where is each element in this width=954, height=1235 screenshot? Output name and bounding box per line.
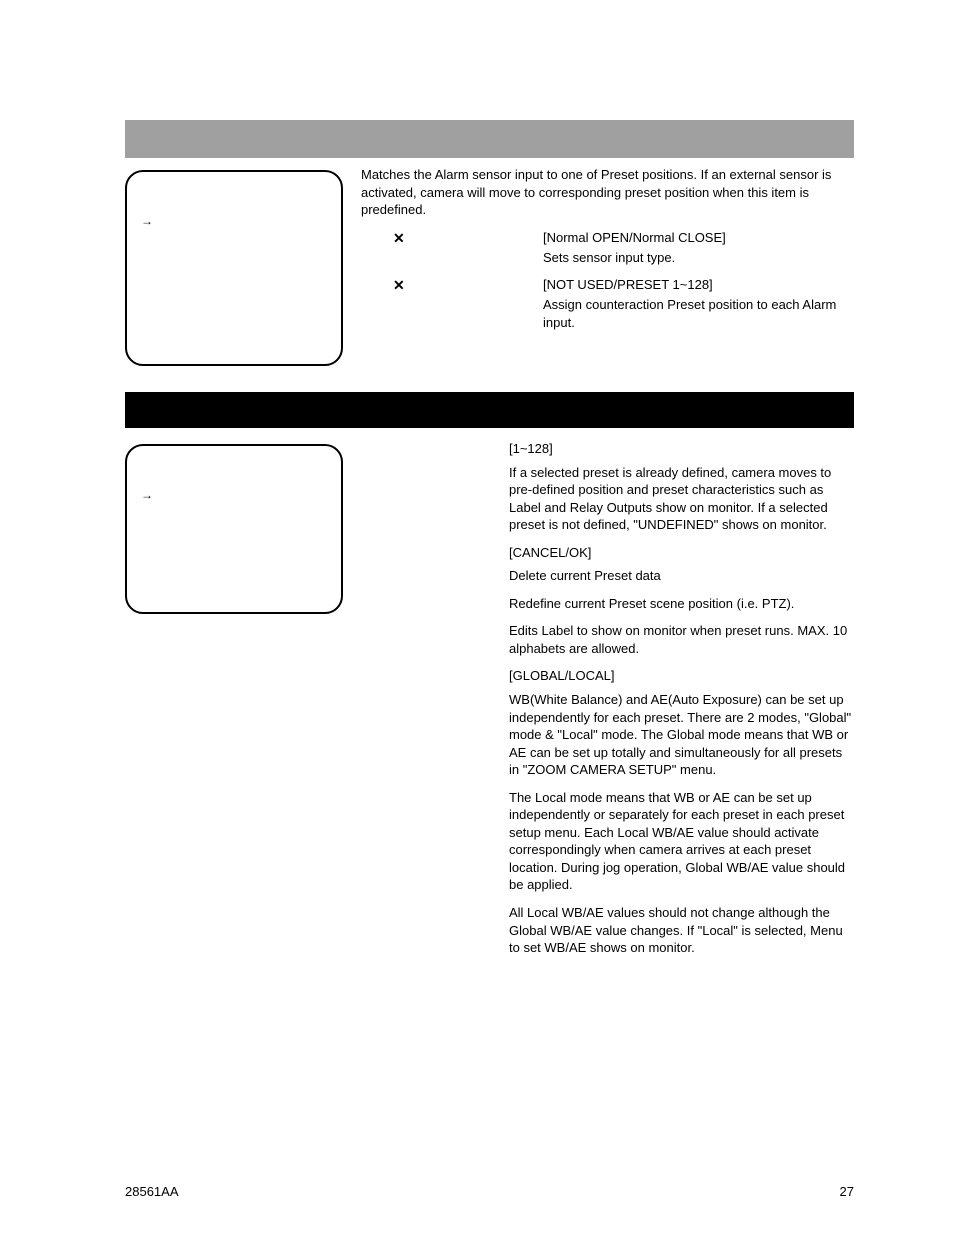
section-header-black-bar xyxy=(125,392,854,428)
page-footer: 28561AA 27 xyxy=(125,1184,854,1199)
bullet-body-preset-assign: [NOT USED/PRESET 1~128] Assign counterac… xyxy=(543,276,854,335)
arrow-indicator-1: → xyxy=(141,214,327,228)
option-desc: Assign counteraction Preset position to … xyxy=(543,296,854,331)
menu-screen-box-1: → xyxy=(125,170,343,366)
bullet-cross-icon: ✕ xyxy=(393,229,407,248)
footer-page-number: 27 xyxy=(840,1184,854,1199)
opt-1-128: [1~128] xyxy=(509,440,854,458)
opt-global-local: [GLOBAL/LOCAL] xyxy=(509,667,854,685)
page: → Matches the Alarm sensor input to one … xyxy=(0,0,954,1235)
section2-row: → [1~128] If a selected preset is alread… xyxy=(125,438,854,967)
footer-doc-id: 28561AA xyxy=(125,1184,179,1199)
menu-screen-box-2: → xyxy=(125,444,343,614)
bullet-row-sensor-type: ✕ [Normal OPEN/Normal CLOSE] Sets sensor… xyxy=(361,229,854,270)
desc-cancel-ok: Delete current Preset data xyxy=(509,567,854,585)
desc-local: The Local mode means that WB or AE can b… xyxy=(509,789,854,894)
opt-cancel-ok: [CANCEL/OK] xyxy=(509,544,854,562)
section2: → [1~128] If a selected preset is alread… xyxy=(125,392,854,967)
section2-content: [1~128] If a selected preset is already … xyxy=(361,438,854,967)
option-text: [Normal OPEN/Normal CLOSE] xyxy=(543,229,854,247)
desc-redefine: Redefine current Preset scene position (… xyxy=(509,595,854,613)
bullet-cross-icon: ✕ xyxy=(393,276,407,295)
desc-1-128: If a selected preset is already defined,… xyxy=(509,464,854,534)
section1-intro: Matches the Alarm sensor input to one of… xyxy=(361,166,854,219)
option-desc: Sets sensor input type. xyxy=(543,249,854,267)
bullet-label-spacer xyxy=(435,276,515,277)
desc-edit-label: Edits Label to show on monitor when pres… xyxy=(509,622,854,657)
desc-global: WB(White Balance) and AE(Auto Exposure) … xyxy=(509,691,854,779)
bullet-body-sensor-type: [Normal OPEN/Normal CLOSE] Sets sensor i… xyxy=(543,229,854,270)
arrow-indicator-2: → xyxy=(141,488,327,502)
option-text: [NOT USED/PRESET 1~128] xyxy=(543,276,854,294)
section1-content: Matches the Alarm sensor input to one of… xyxy=(361,164,854,340)
bullet-row-preset-assign: ✕ [NOT USED/PRESET 1~128] Assign counter… xyxy=(361,276,854,335)
section-header-gray-bar xyxy=(125,120,854,158)
bullet-label-spacer xyxy=(435,229,515,230)
section1-row: → Matches the Alarm sensor input to one … xyxy=(125,164,854,366)
desc-local-note: All Local WB/AE values should not change… xyxy=(509,904,854,957)
